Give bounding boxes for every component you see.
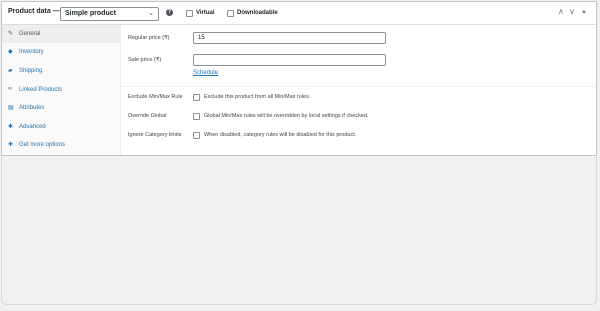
truck-icon: ▰ (8, 68, 13, 74)
tab-get-more-options[interactable]: ✚ Get more options (2, 136, 120, 154)
tab-attributes-label: Attributes (19, 105, 45, 111)
product-type-value: Simple product (65, 10, 116, 17)
list-icon: ▤ (8, 105, 14, 111)
product-data-tabs: ✎ General ◆ Inventory ▰ Shipping ∞ Linke… (2, 25, 121, 155)
gear-icon: ✱ (8, 124, 14, 130)
link-icon: ∞ (8, 86, 13, 92)
product-type-select[interactable]: Simple product ⌄ (60, 7, 159, 21)
tab-general-label: General (19, 31, 41, 37)
tag-icon: ◆ (8, 49, 13, 55)
downloadable-label[interactable]: Downloadable (237, 10, 278, 16)
override-global-description: Global Min/Max rules will be overridden … (204, 113, 369, 119)
product-data-title: Product data — (8, 8, 60, 15)
downloadable-checkbox[interactable] (227, 10, 234, 17)
regular-price-label: Regular price (₹) (128, 35, 170, 41)
exclude-minmax-description: Exclude this product from all Min/Max ru… (204, 94, 311, 100)
chevron-down-icon: ⌄ (148, 10, 154, 17)
regular-price-value: 15 (198, 35, 205, 41)
schedule-link[interactable]: Schedule (193, 70, 218, 76)
virtual-checkbox[interactable] (186, 10, 193, 17)
virtual-label[interactable]: Virtual (196, 10, 215, 16)
exclude-minmax-label: Exclude Min/Max Rule (128, 94, 183, 100)
product-data-panel: Product data — Simple product ⌄ ? Virtua… (1, 1, 597, 156)
sale-price-label: Sale price (₹) (128, 57, 162, 63)
regular-price-input[interactable]: 15 (193, 32, 386, 44)
override-global-label: Override Global (128, 113, 167, 119)
override-global-checkbox[interactable] (193, 113, 200, 120)
move-down-icon[interactable]: ∨ (569, 7, 575, 16)
exclude-minmax-checkbox[interactable] (193, 94, 200, 101)
tab-general[interactable]: ✎ General (2, 25, 120, 43)
tab-shipping[interactable]: ▰ Shipping (2, 62, 120, 80)
tab-linked-products-label: Linked Products (19, 87, 63, 93)
move-up-icon[interactable]: ∧ (558, 7, 564, 16)
tab-linked-products[interactable]: ∞ Linked Products (2, 81, 120, 99)
ignore-category-limits-checkbox[interactable] (193, 132, 200, 139)
section-divider (122, 86, 596, 87)
tab-inventory-label: Inventory (19, 49, 44, 55)
tab-advanced[interactable]: ✱ Advanced (2, 118, 120, 136)
help-icon[interactable]: ? (166, 9, 173, 16)
ignore-category-limits-description: When disabled, category rules will be di… (204, 132, 357, 138)
wrench-icon: ✎ (8, 31, 14, 37)
tab-attributes[interactable]: ▤ Attributes (2, 99, 120, 117)
tab-advanced-label: Advanced (19, 124, 46, 130)
product-data-header: Product data — Simple product ⌄ ? Virtua… (2, 2, 596, 25)
tab-shipping-label: Shipping (19, 68, 43, 74)
page-frame (1, 157, 597, 305)
collapse-toggle-icon[interactable]: ▲ (581, 9, 587, 15)
ignore-category-limits-label: Ignore Category limits (128, 132, 182, 138)
tab-get-more-options-label: Get more options (19, 142, 66, 148)
tab-inventory[interactable]: ◆ Inventory (2, 43, 120, 61)
sale-price-input[interactable] (193, 54, 386, 66)
plugin-icon: ✚ (8, 142, 14, 148)
